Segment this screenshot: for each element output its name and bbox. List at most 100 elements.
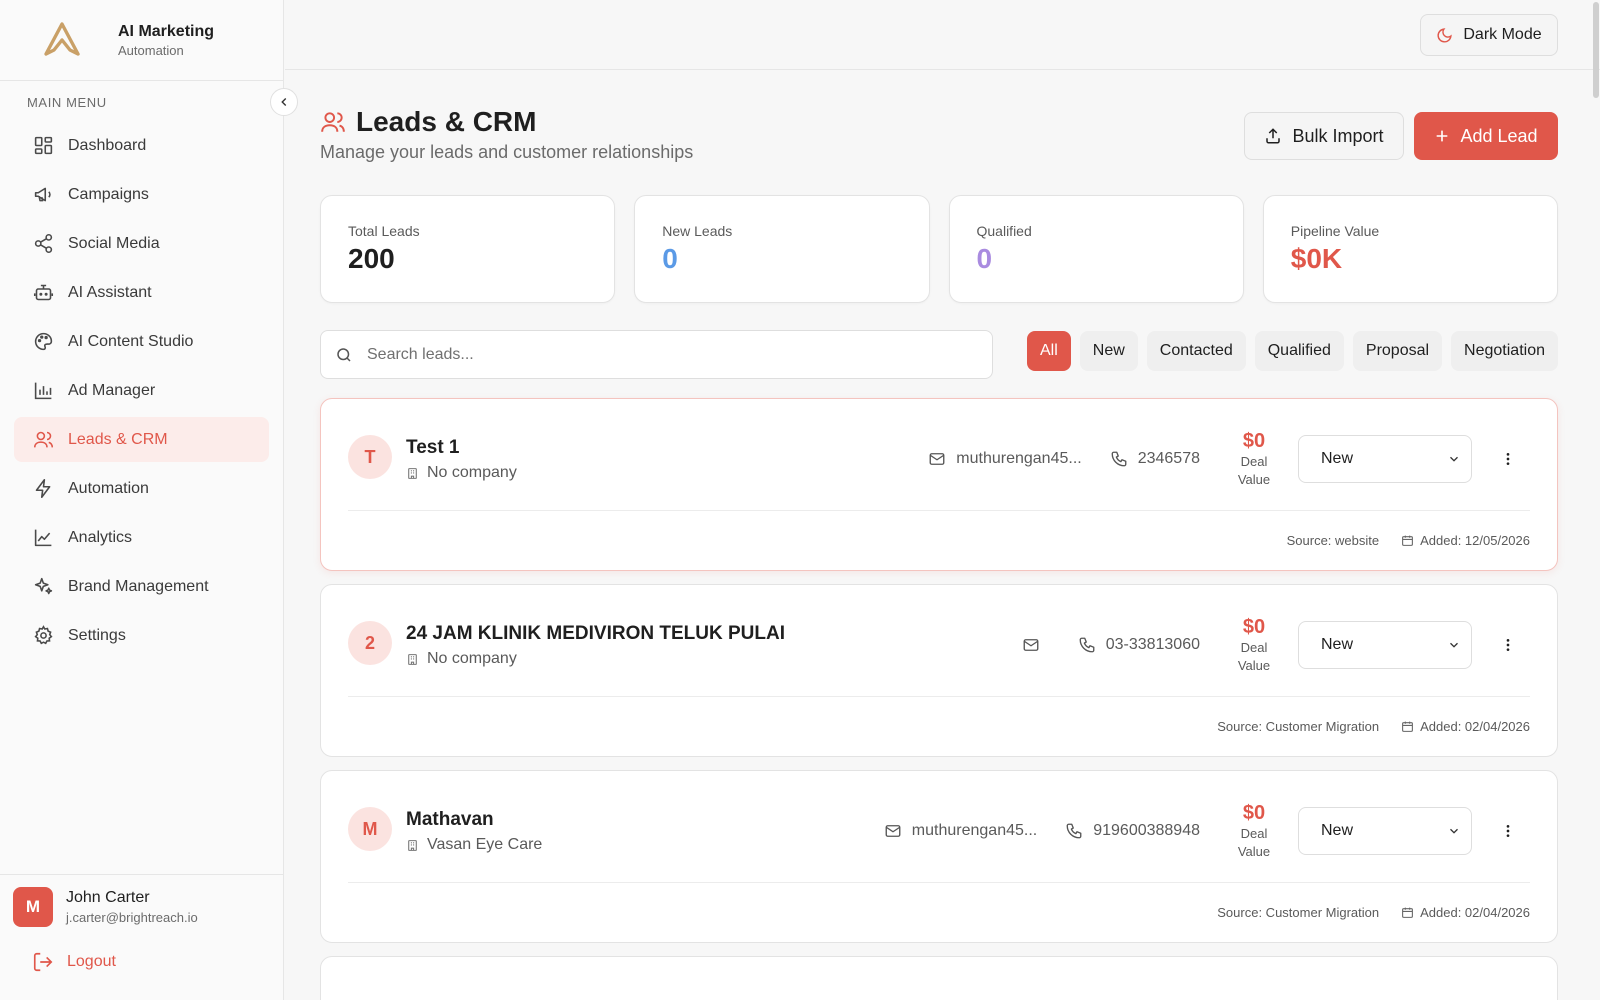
filter-chip-contacted[interactable]: Contacted <box>1146 331 1246 371</box>
sidebar-item-ai-content-studio[interactable]: AI Content Studio <box>14 319 269 364</box>
mail-icon <box>1022 636 1040 654</box>
stat-card-total-leads: Total Leads 200 <box>320 195 616 303</box>
sidebar-item-label: AI Assistant <box>68 283 152 301</box>
filter-row: All New Contacted Qualified Proposal Neg… <box>320 330 1558 380</box>
lead-phone[interactable]: 03-33813060 <box>1078 636 1200 654</box>
lead-source: Source: website <box>1286 532 1380 548</box>
brand-title: AI Marketing <box>118 22 215 40</box>
more-options-button[interactable] <box>1486 437 1530 481</box>
lead-card[interactable] <box>320 956 1558 1000</box>
lead-added-date: Added: 02/04/2026 <box>1401 905 1530 920</box>
sidebar-item-analytics[interactable]: Analytics <box>14 515 269 560</box>
bar-chart-icon <box>32 380 54 402</box>
sidebar-item-ai-assistant[interactable]: AI Assistant <box>14 270 269 315</box>
status-select[interactable]: New <box>1298 807 1472 855</box>
lead-phone[interactable]: 919600388948 <box>1065 822 1200 840</box>
bolt-icon <box>32 478 54 500</box>
add-lead-button[interactable]: Add Lead <box>1414 112 1558 160</box>
lead-company: No company <box>406 464 517 482</box>
bulk-import-button[interactable]: Bulk Import <box>1244 112 1404 160</box>
sidebar-item-label: Settings <box>68 626 126 644</box>
sidebar-item-dashboard[interactable]: Dashboard <box>14 123 269 168</box>
lead-card[interactable]: M Mathavan Vasan Eye Care muthurengan45.… <box>320 770 1558 943</box>
search-input[interactable] <box>367 345 967 364</box>
sidebar-item-label: Social Media <box>68 234 160 252</box>
sidebar-item-brand-management[interactable]: Brand Management <box>14 564 269 609</box>
stat-card-qualified: Qualified 0 <box>948 195 1244 303</box>
filter-chip-qualified[interactable]: Qualified <box>1254 331 1344 371</box>
lead-email[interactable]: muthurengan45... <box>928 450 1082 468</box>
bulk-import-label: Bulk Import <box>1292 125 1384 146</box>
stat-label: Qualified <box>976 223 1032 239</box>
sidebar-item-campaigns[interactable]: Campaigns <box>14 172 269 217</box>
status-filter-chips: All New Contacted Qualified Proposal Neg… <box>1027 331 1558 371</box>
deal-value-amount: $0 <box>1242 801 1266 824</box>
main-content: Leads & CRM Manage your leads and custom… <box>320 70 1558 1000</box>
logout-icon <box>32 951 54 973</box>
status-select[interactable]: New <box>1298 621 1472 669</box>
sidebar-item-automation[interactable]: Automation <box>14 466 269 511</box>
sidebar-item-social-media[interactable]: Social Media <box>14 221 269 266</box>
scrollbar[interactable] <box>1592 0 1600 1000</box>
lead-phone[interactable]: 2346578 <box>1110 450 1200 468</box>
sidebar-item-label: Ad Manager <box>68 381 156 399</box>
stat-value: 0 <box>662 243 678 274</box>
logout-button[interactable]: Logout <box>0 927 284 973</box>
dark-mode-button[interactable]: Dark Mode <box>1420 14 1558 56</box>
share-icon <box>32 233 54 255</box>
filter-chip-all[interactable]: All <box>1027 331 1071 371</box>
lead-email-text: muthurengan45... <box>911 822 1038 839</box>
stat-label: New Leads <box>662 223 733 239</box>
deal-value: $0 Deal Value <box>1228 802 1280 861</box>
user-email: j.carter@brightreach.io <box>66 910 198 925</box>
filter-chip-proposal[interactable]: Proposal <box>1352 331 1443 371</box>
brand-header: AI Marketing Automation <box>0 0 283 81</box>
stat-card-pipeline-value: Pipeline Value $0K <box>1262 195 1558 303</box>
filter-chip-new[interactable]: New <box>1079 331 1138 371</box>
scrollbar-thumb[interactable] <box>1593 2 1599 98</box>
upload-icon <box>1264 127 1282 145</box>
deal-value-label: Deal Value <box>1237 639 1271 673</box>
lead-added-text: Added: 02/04/2026 <box>1420 718 1530 734</box>
lead-avatar: T <box>348 435 392 479</box>
sidebar-item-label: Automation <box>68 479 149 497</box>
chevron-down-icon <box>1450 642 1458 648</box>
stat-value: $0K <box>1290 243 1343 274</box>
main-menu-label: MAIN MENU <box>27 95 107 110</box>
stat-value: 200 <box>348 243 395 274</box>
lead-email[interactable] <box>1022 636 1050 654</box>
more-vertical-icon <box>1506 639 1510 651</box>
status-select[interactable]: New <box>1298 435 1472 483</box>
dashboard-icon <box>32 135 54 157</box>
sidebar-item-ad-manager[interactable]: Ad Manager <box>14 368 269 413</box>
search-icon <box>335 346 353 364</box>
sidebar-item-label: Dashboard <box>68 136 147 154</box>
sidebar-item-label: Leads & CRM <box>68 430 168 448</box>
sidebar-item-leads-crm[interactable]: Leads & CRM <box>14 417 269 462</box>
users-icon <box>32 429 54 451</box>
lead-email[interactable]: muthurengan45... <box>884 822 1037 840</box>
sidebar-collapse-button[interactable] <box>270 88 298 116</box>
palette-icon <box>32 331 54 353</box>
lead-source: Source: Customer Migration <box>1217 904 1380 920</box>
lead-company-text: No company <box>427 650 517 667</box>
lead-added-text: Added: 12/05/2026 <box>1420 532 1530 548</box>
stat-card-new-leads: New Leads 0 <box>634 195 930 303</box>
lead-company-text: Vasan Eye Care <box>427 836 543 853</box>
bot-icon <box>32 282 54 304</box>
calendar-icon <box>1401 534 1414 547</box>
more-options-button[interactable] <box>1486 809 1530 853</box>
filter-chip-negotiation[interactable]: Negotiation <box>1451 331 1558 371</box>
calendar-icon <box>1401 720 1414 733</box>
building-icon <box>406 653 419 666</box>
sidebar-item-settings[interactable]: Settings <box>14 613 269 658</box>
deal-value-label: Deal Value <box>1237 825 1271 859</box>
lead-card[interactable]: T Test 1 No company muthurengan45... 234… <box>320 398 1558 571</box>
mail-icon <box>928 450 946 468</box>
more-options-button[interactable] <box>1486 623 1530 667</box>
lead-added-date: Added: 02/04/2026 <box>1401 719 1530 734</box>
user-profile[interactable]: M John Carter j.carter@brightreach.io <box>0 875 284 927</box>
lead-name: Test 1 <box>406 437 460 458</box>
lead-card[interactable]: 2 24 JAM KLINIK MEDIVIRON TELUK PULAI No… <box>320 584 1558 757</box>
stat-label: Total Leads <box>348 223 420 239</box>
